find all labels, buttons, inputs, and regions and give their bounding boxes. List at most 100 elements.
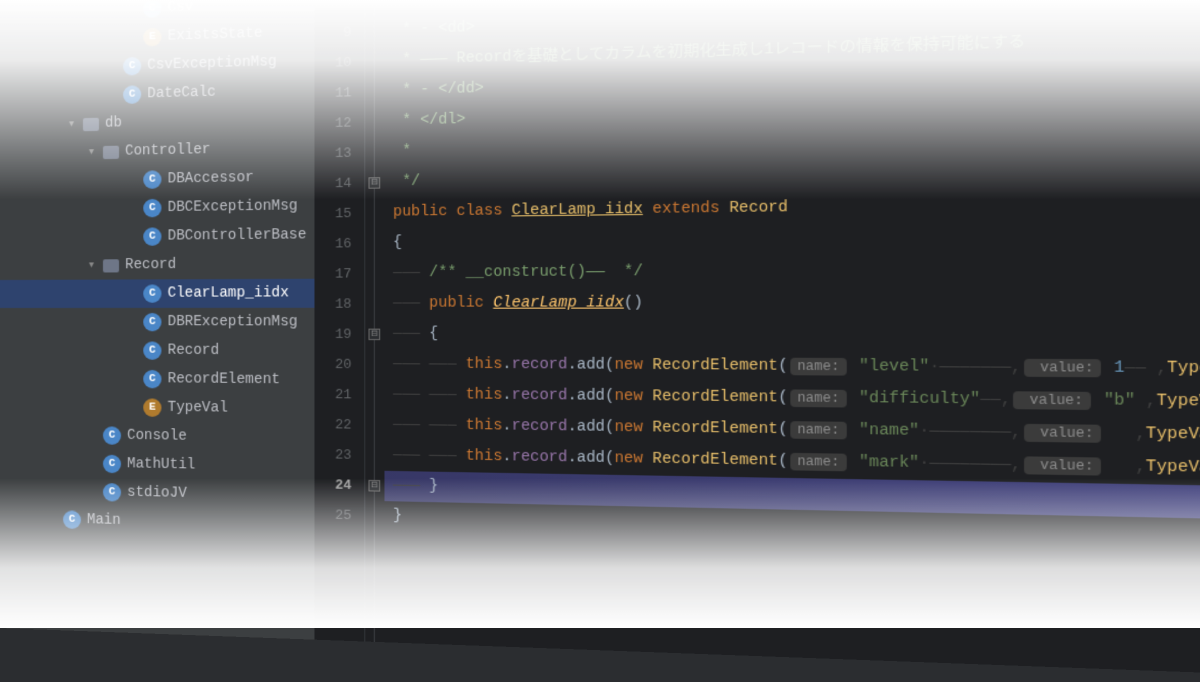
tree-item-label: Console	[127, 428, 187, 445]
tree-item-typeval[interactable]: E TypeVal	[0, 392, 314, 424]
chevron-down-icon[interactable]	[89, 259, 103, 271]
class-icon: C	[103, 426, 121, 444]
tree-item-label: Csv	[168, 0, 194, 16]
line-number[interactable]: 25	[314, 500, 351, 531]
line-number[interactable]: 16	[314, 229, 351, 259]
project-tree: CCsvEExistsStateCCsvExceptionMsgCDateCal…	[0, 0, 314, 640]
code-token: (	[778, 389, 788, 407]
tree-item-record[interactable]: CRecord	[0, 336, 314, 366]
code-line[interactable]: ——— /** __construct()—— */	[384, 252, 1200, 289]
code-token: .	[502, 356, 511, 373]
line-number[interactable]: 22	[314, 409, 351, 440]
tree-item-label: DBControllerBase	[168, 227, 307, 245]
chevron-down-icon[interactable]	[69, 118, 83, 130]
code-token: ,	[1104, 458, 1146, 477]
code-line[interactable]: ——— public ClearLamp_iidx()	[384, 286, 1200, 320]
code-area[interactable]: * <dt>クリアランプレコード</dt> * - <dd> * ——— Rec…	[384, 0, 1200, 682]
line-number[interactable]: 21	[314, 379, 351, 409]
tree-item-label: CsvExceptionMsg	[147, 54, 277, 74]
inlay-hint: name:	[790, 389, 846, 407]
line-number[interactable]: 23	[314, 439, 351, 470]
code-token: public class	[393, 203, 512, 221]
tree-item-label: DateCalc	[147, 84, 216, 102]
code-token: ·————————,	[919, 423, 1021, 442]
code-token: extends	[643, 200, 729, 218]
line-number[interactable]: 24	[314, 470, 351, 501]
code-token: *	[393, 143, 411, 160]
code-token: ,	[1135, 392, 1156, 410]
class-icon: C	[143, 227, 161, 245]
enum-icon: E	[143, 28, 161, 47]
class-icon: C	[63, 510, 81, 529]
fold-toggle-icon[interactable]: ⊟	[368, 480, 380, 492]
tree-item-dbcontrollerbase[interactable]: C DBControllerBase	[0, 221, 314, 253]
code-token: "mark"	[849, 454, 919, 473]
code-token: TypeVal	[1146, 425, 1200, 444]
code-token: "level"	[849, 358, 929, 376]
fold-toggle-icon[interactable]: ⊟	[368, 177, 380, 189]
fold-guide-line	[374, 0, 375, 642]
class-icon: C	[143, 284, 161, 302]
line-number[interactable]: 19	[314, 319, 351, 349]
tree-item-label: Record	[168, 343, 220, 360]
class-icon: C	[143, 313, 161, 331]
code-token: RecordElement	[652, 388, 778, 406]
code-token: ———	[393, 477, 429, 494]
line-number[interactable]: 13	[314, 138, 351, 169]
code-token: ()	[624, 295, 643, 312]
code-token: ,	[1104, 425, 1146, 444]
line-number[interactable]: 20	[314, 349, 351, 379]
tree-item-dbrexceptionmsg[interactable]: CDBRExceptionMsg	[0, 308, 314, 337]
line-number[interactable]: 11	[314, 78, 351, 109]
line-number[interactable]: 18	[314, 289, 351, 319]
line-number[interactable]: 12	[314, 108, 351, 139]
tree-item-clearlamp-iidx[interactable]: C ClearLamp_iidx	[0, 279, 314, 308]
inlay-hint: name:	[790, 453, 846, 471]
code-token: .add(	[567, 357, 614, 374]
inlay-hint: name:	[790, 421, 846, 439]
folder-icon	[103, 145, 119, 158]
code-token: TypeVal	[1146, 458, 1200, 477]
fold-toggle-icon[interactable]: ⊟	[368, 329, 380, 341]
tree-item-label: TypeVal	[168, 400, 228, 417]
line-number[interactable]: 14	[314, 168, 351, 199]
tree-item-record[interactable]: Record	[0, 250, 314, 280]
line-number[interactable]: 8	[314, 0, 351, 18]
ide-container: CCsvEExistsStateCCsvExceptionMsgCDateCal…	[0, 0, 1200, 682]
tree-item-dbcexceptionmsg[interactable]: CDBCExceptionMsg	[0, 192, 314, 225]
code-token: new	[614, 419, 652, 437]
fold-column: ⊟ ⊟ ⊟	[365, 0, 384, 642]
code-token: Record	[729, 199, 788, 217]
inlay-hint: value:	[1024, 456, 1101, 475]
code-token: ——— ———	[393, 356, 466, 373]
code-line[interactable]: ——— {	[384, 319, 1200, 354]
class-icon: C	[123, 85, 141, 104]
code-token: new	[614, 450, 652, 468]
line-number[interactable]: 15	[314, 198, 351, 229]
code-token: RecordElement	[652, 420, 778, 439]
code-token: * </dl>	[393, 111, 466, 129]
code-token: .	[502, 449, 511, 466]
line-number[interactable]: 9	[314, 17, 351, 48]
line-number[interactable]: 10	[314, 47, 351, 78]
tree-item-label: stdioJV	[127, 485, 187, 503]
inlay-hint: value:	[1013, 391, 1090, 410]
chevron-down-icon[interactable]	[89, 146, 103, 158]
code-token: ———	[393, 326, 429, 343]
tree-item-recordelement[interactable]: CRecordElement	[0, 364, 314, 395]
line-number[interactable]: 17	[314, 259, 351, 289]
code-token: new	[614, 357, 652, 374]
tree-item-label: Main	[87, 512, 121, 529]
tree-item-label: DBAccessor	[168, 170, 254, 188]
class-icon: C	[143, 170, 161, 189]
tree-item-label: ClearLamp_iidx	[168, 285, 289, 302]
code-token: public	[429, 295, 493, 312]
code-token: ——— ———	[393, 447, 466, 465]
code-token: ——,	[980, 391, 1011, 409]
enum-icon: E	[143, 398, 161, 417]
code-token: ·———————,	[929, 358, 1021, 376]
tree-item-label: db	[105, 115, 122, 132]
inlay-hint: value:	[1024, 424, 1101, 443]
code-token: this	[466, 448, 503, 466]
code-token: }	[429, 478, 438, 495]
